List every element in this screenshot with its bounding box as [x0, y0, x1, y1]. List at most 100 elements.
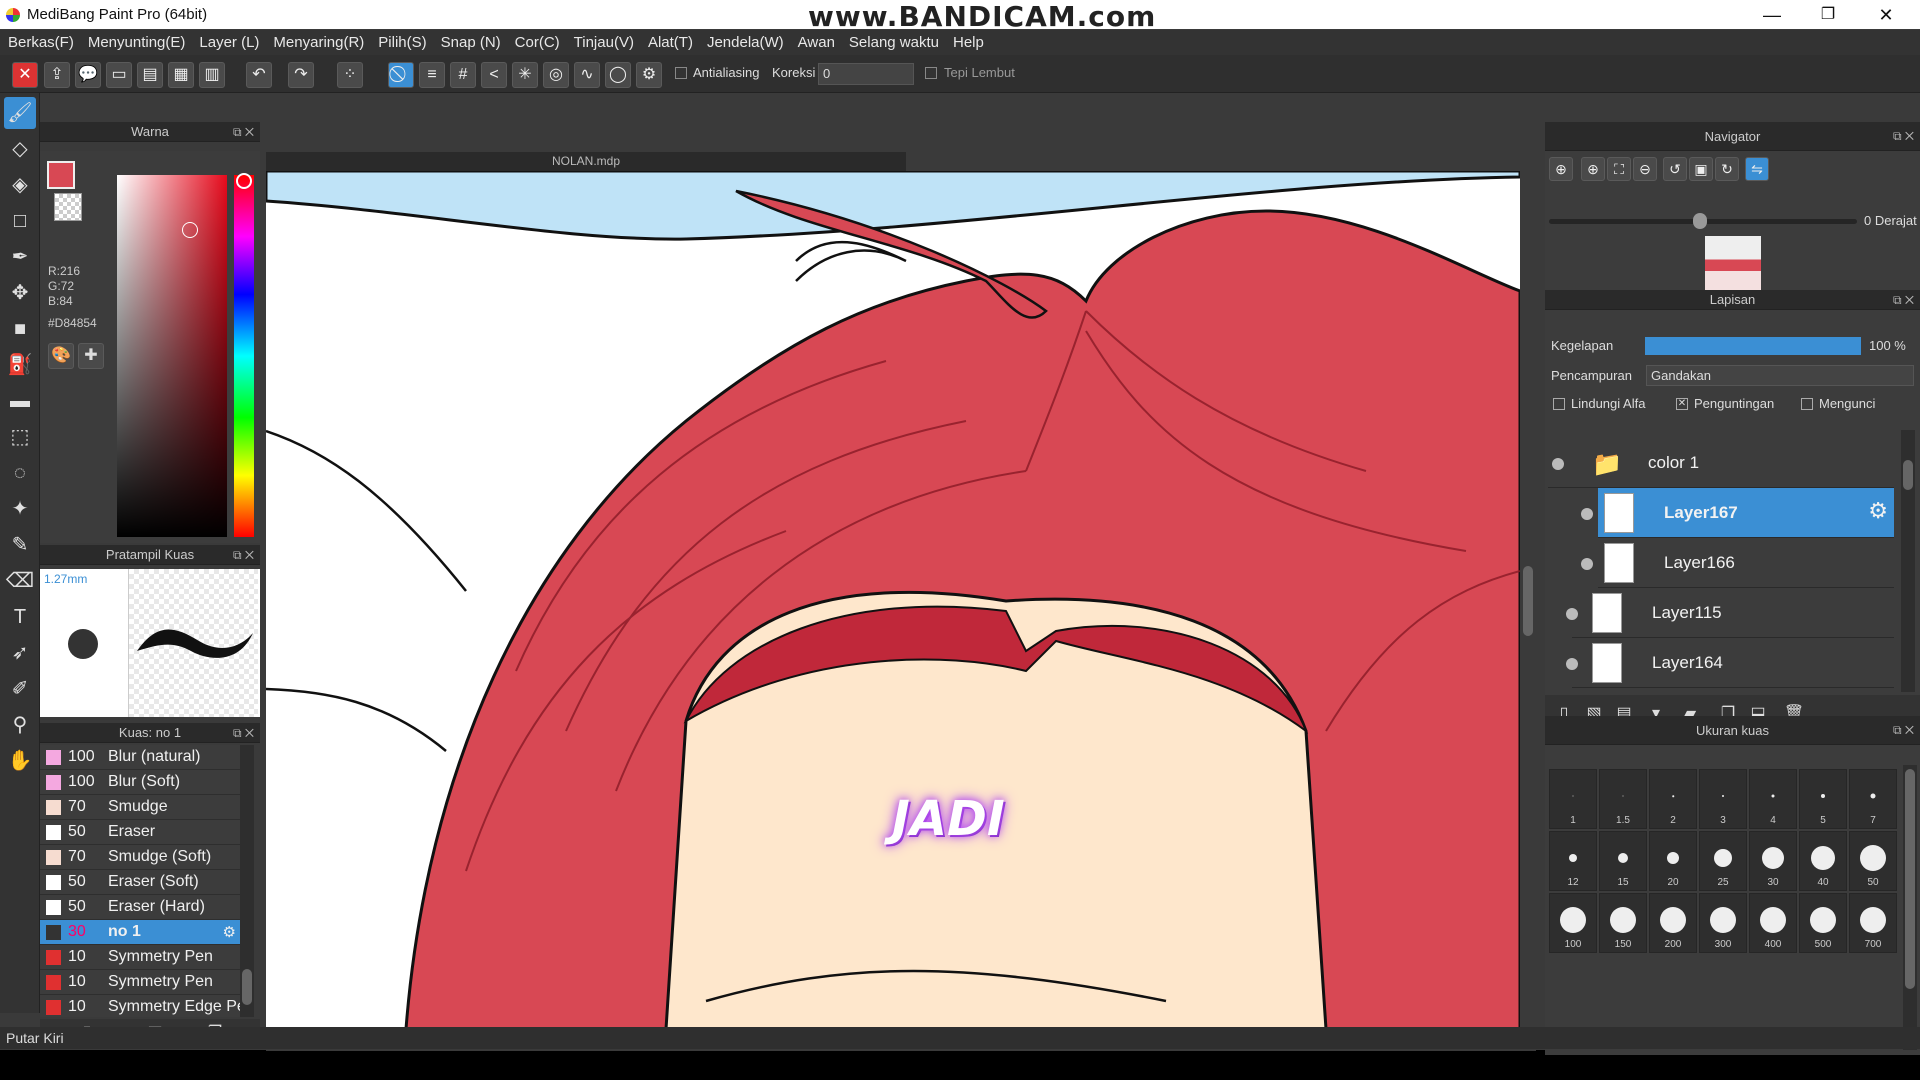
brush-size-option[interactable]: 700 [1849, 893, 1897, 953]
snap-off-icon[interactable]: ⃠ [388, 62, 414, 88]
brush-size-option[interactable]: 2 [1649, 769, 1697, 829]
brush-size-option[interactable]: 200 [1649, 893, 1697, 953]
restore-button[interactable]: ❐ [1800, 0, 1856, 30]
panel-close-icon[interactable]: ⧉ ✕ [1893, 716, 1914, 745]
fill-rect-icon[interactable]: ■ [4, 313, 36, 345]
reset-view-icon[interactable]: ▣ [1689, 157, 1713, 181]
antialiasing-checkbox[interactable] [675, 67, 687, 79]
brush-size-option[interactable]: 12 [1549, 831, 1597, 891]
layer-row-layer166[interactable]: Layer166 [1598, 538, 1894, 588]
brush-size-option[interactable]: 300 [1699, 893, 1747, 953]
brush-size-option[interactable]: 3 [1699, 769, 1747, 829]
menu-menyaring[interactable]: Menyaring(R) [273, 30, 372, 55]
brush-size-option[interactable]: 400 [1749, 893, 1797, 953]
eraser-tool-icon[interactable]: ◇ [4, 133, 36, 165]
brush-item[interactable]: 10 Symmetry Edge Pen [40, 995, 240, 1017]
zoom-in-icon[interactable]: ⊕ [1549, 157, 1573, 181]
select-pen-icon[interactable]: ✎ [4, 529, 36, 561]
brush-item[interactable]: 50 Eraser [40, 820, 240, 845]
primary-color-swatch[interactable] [47, 161, 75, 189]
brush-list-scrollbar[interactable] [240, 745, 254, 1017]
selection-dots-icon[interactable]: ⁘ [337, 62, 363, 88]
snap-parallel-icon[interactable]: ≡ [419, 62, 445, 88]
brush-size-option[interactable]: 20 [1649, 831, 1697, 891]
gradient-tool-icon[interactable]: ▬ [4, 385, 36, 417]
hand-tool-icon[interactable]: ✋ [4, 745, 36, 777]
panel-close-icon[interactable]: ⧉ ✕ [233, 122, 254, 142]
brush-size-option[interactable]: 4 [1749, 769, 1797, 829]
brush-size-option[interactable]: 100 [1549, 893, 1597, 953]
hue-cursor[interactable] [236, 173, 252, 189]
rotation-slider-knob[interactable] [1693, 213, 1707, 229]
menu-snap[interactable]: Snap (N) [441, 30, 509, 55]
brush-size-option[interactable]: 50 [1849, 831, 1897, 891]
brush-size-option[interactable]: 7 [1849, 769, 1897, 829]
brush-size-option[interactable]: 30 [1749, 831, 1797, 891]
brush-item[interactable]: 10 Symmetry Pen [40, 970, 240, 995]
saturation-value-picker[interactable] [117, 175, 227, 537]
brush-settings-gear-icon[interactable]: ⚙ [223, 923, 236, 941]
page-icon[interactable]: ▤ [137, 62, 163, 88]
brush-size-option[interactable]: 15 [1599, 831, 1647, 891]
brush-size-option[interactable]: 5 [1799, 769, 1847, 829]
menu-help[interactable]: Help [953, 30, 992, 55]
select-rect-icon[interactable]: ⬚ [4, 421, 36, 453]
close-doc-icon[interactable]: ✕ [12, 62, 38, 88]
brush-item[interactable]: 50 Eraser (Soft) [40, 870, 240, 895]
visibility-eye-icon[interactable] [1552, 458, 1564, 470]
layer-row-layer115[interactable]: Layer115 [1566, 588, 1894, 638]
select-eraser-icon[interactable]: ⌫ [4, 565, 36, 597]
redo-icon[interactable]: ↷ [288, 62, 314, 88]
visibility-eye-icon[interactable] [1566, 608, 1578, 620]
magic-wand-icon[interactable]: ✦ [4, 493, 36, 525]
menu-tinjau[interactable]: Tinjau(V) [574, 30, 642, 55]
dot-eraser-icon[interactable]: ◈ [4, 169, 36, 201]
brush-item[interactable]: 30 no 1 ⚙ [40, 920, 240, 945]
document-tab[interactable]: NOLAN.mdp [266, 152, 906, 171]
brush-size-option[interactable]: 1.5 [1599, 769, 1647, 829]
minimize-button[interactable]: — [1744, 0, 1800, 30]
menu-berkas[interactable]: Berkas(F) [8, 30, 82, 55]
layer-folder-row[interactable]: 📁 color 1 [1548, 438, 1894, 488]
brush-item[interactable]: 100 Blur (natural) [40, 745, 240, 770]
layout-icon[interactable]: ▥ [199, 62, 225, 88]
rotate-right-icon[interactable]: ↻ [1715, 157, 1739, 181]
zoom-in-2-icon[interactable]: ⊕ [1581, 157, 1605, 181]
panel-close-icon[interactable]: ⧉ ✕ [233, 545, 254, 565]
panel-close-icon[interactable]: ⧉ ✕ [1893, 122, 1914, 151]
visibility-eye-icon[interactable] [1581, 508, 1593, 520]
shape-tool-icon[interactable]: □ [4, 205, 36, 237]
panel-close-icon[interactable]: ⧉ ✕ [1893, 290, 1914, 310]
drawing-canvas[interactable]: JADI [266, 171, 1520, 1029]
brush-size-option[interactable]: 1 [1549, 769, 1597, 829]
tepi-lembut-checkbox[interactable] [925, 67, 937, 79]
menu-pilih[interactable]: Pilih(S) [378, 30, 434, 55]
brush-tool-icon[interactable]: 🖌 [4, 97, 36, 129]
brush-size-option[interactable]: 500 [1799, 893, 1847, 953]
secondary-color-swatch[interactable] [54, 193, 82, 221]
brush-item[interactable]: 70 Smudge (Soft) [40, 845, 240, 870]
layers-scrollbar[interactable] [1901, 430, 1915, 692]
menu-jendela[interactable]: Jendela(W) [707, 30, 792, 55]
menu-layer[interactable]: Layer (L) [199, 30, 267, 55]
snap-radial-icon[interactable]: ✳ [512, 62, 538, 88]
undo-icon[interactable]: ↶ [246, 62, 272, 88]
menu-selang-waktu[interactable]: Selang waktu [849, 30, 947, 55]
brush-size-option[interactable]: 40 [1799, 831, 1847, 891]
move-tool-icon[interactable]: ✥ [4, 277, 36, 309]
divide-tool-icon[interactable]: ✐ [4, 673, 36, 705]
snap-settings-icon[interactable]: ⚙ [636, 62, 662, 88]
brush-size-option[interactable]: 150 [1599, 893, 1647, 953]
koreksi-select[interactable]: 0 [818, 63, 914, 85]
fit-icon[interactable]: ⛶ [1607, 157, 1631, 181]
panel-close-icon[interactable]: ⧉ ✕ [233, 723, 254, 743]
comment-icon[interactable]: 💬 [75, 62, 101, 88]
menu-awan[interactable]: Awan [798, 30, 843, 55]
brush-size-scrollbar[interactable] [1903, 765, 1917, 1050]
rotate-left-icon[interactable]: ↺ [1663, 157, 1687, 181]
blend-mode-select[interactable]: Gandakan [1646, 365, 1914, 386]
menu-cor[interactable]: Cor(C) [515, 30, 568, 55]
zoom-out-icon[interactable]: ⊖ [1633, 157, 1657, 181]
layer-row-layer167[interactable]: Layer167 ⚙ [1598, 488, 1894, 538]
menu-alat[interactable]: Alat(T) [648, 30, 701, 55]
